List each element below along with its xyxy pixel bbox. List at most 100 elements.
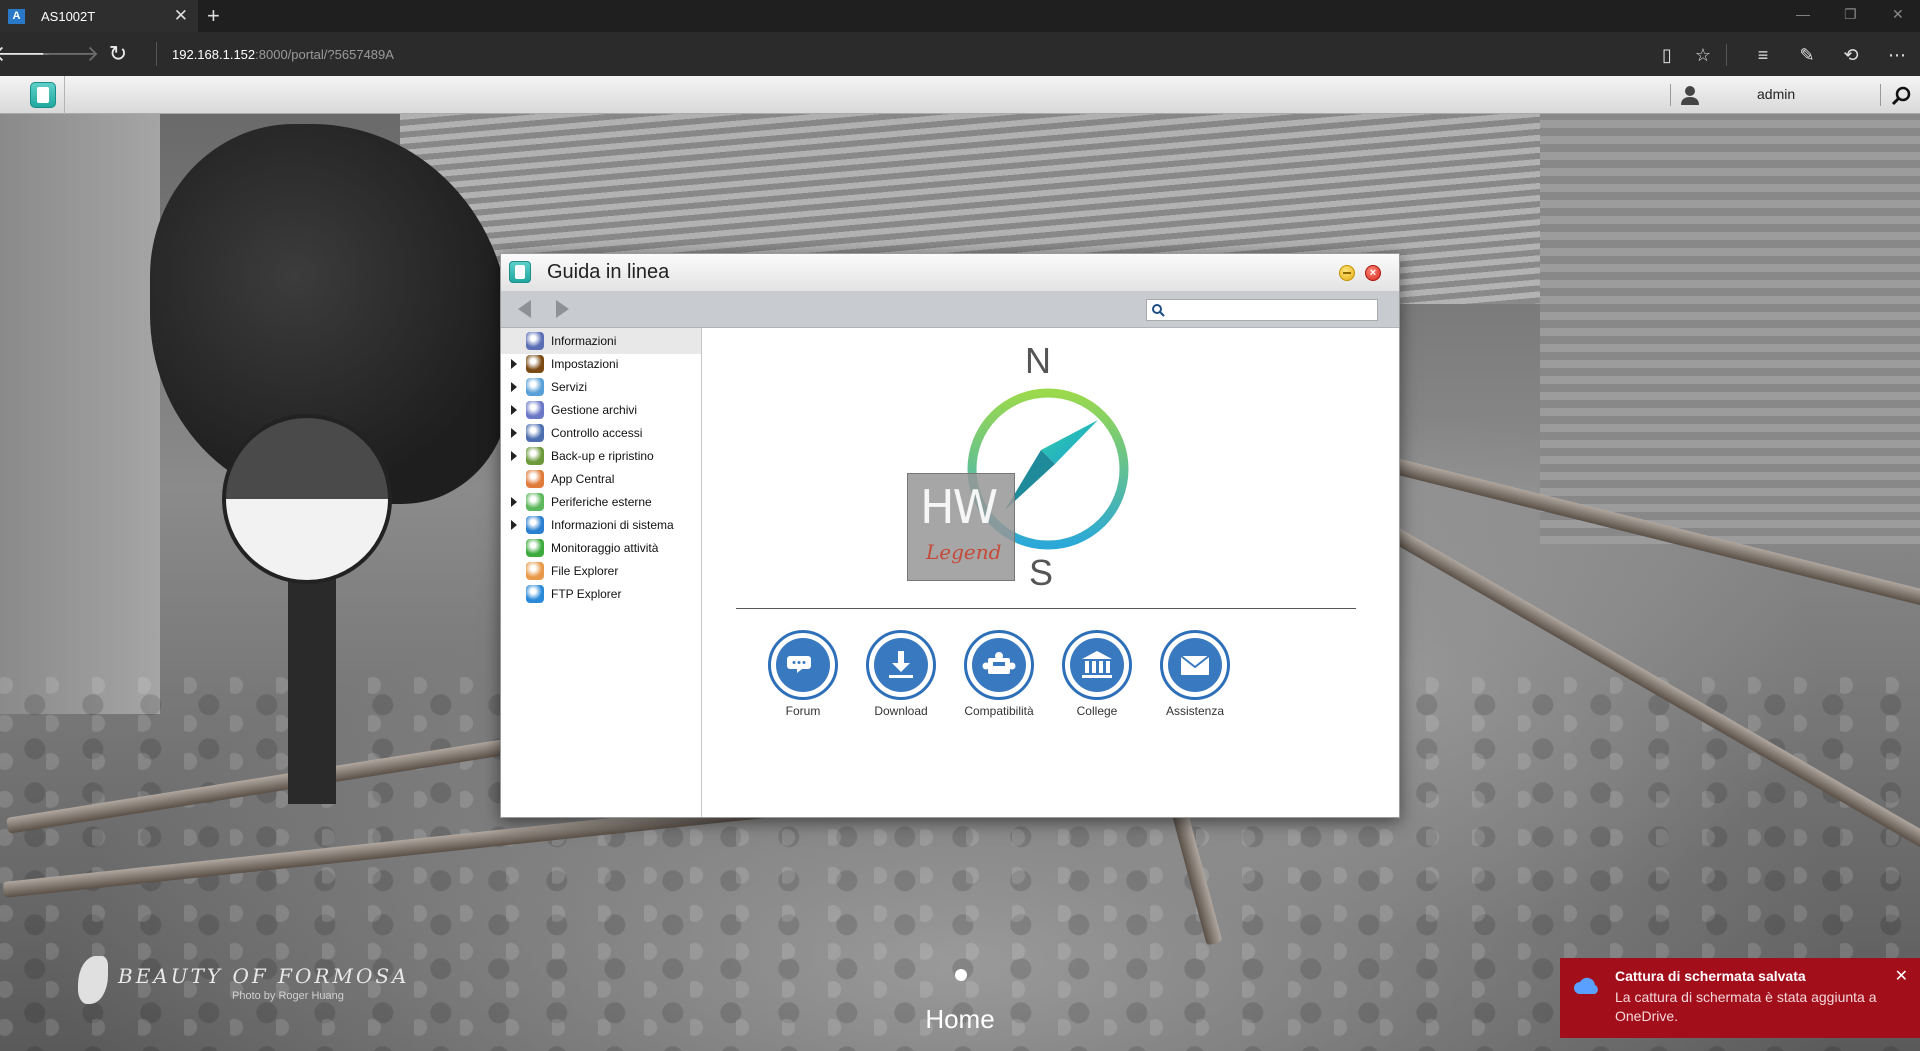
close-button[interactable]: ×	[1365, 265, 1381, 281]
toast-message: La cattura di schermata è stata aggiunta…	[1615, 989, 1877, 1024]
screenshot-saved-toast[interactable]: Cattura di schermata salvata La cattura …	[1560, 958, 1920, 1038]
college-link-button[interactable]: College	[1047, 630, 1147, 720]
sidebar-item-label: FTP Explorer	[551, 587, 622, 601]
toast-close-icon[interactable]: ✕	[1895, 966, 1908, 986]
brand-title: BEAUTY OF FORMOSA	[118, 964, 410, 988]
minimize-window-icon[interactable]: —	[1796, 6, 1810, 22]
sidebar-item-label: Gestione archivi	[551, 403, 638, 417]
browser-tab[interactable]: A AS1002T ✕	[0, 0, 198, 32]
web-note-icon[interactable]: ✎	[1794, 42, 1820, 68]
ftp-explorer-icon	[526, 585, 544, 603]
url-field[interactable]: 192.168.1.152:8000/portal/?5657489A	[172, 47, 394, 62]
browser-address-bar: 🡐 🡒 ↻ 192.168.1.152:8000/portal/?5657489…	[0, 32, 1920, 76]
support-icon[interactable]	[1160, 630, 1230, 700]
compatibility-icon[interactable]	[964, 630, 1034, 700]
share-icon[interactable]: ⟲	[1838, 42, 1864, 68]
expand-arrow-icon[interactable]	[511, 520, 517, 530]
window-title: Guida in linea	[547, 261, 670, 283]
assistenza-link-button[interactable]: Assistenza	[1145, 630, 1245, 720]
download-icon[interactable]	[866, 630, 936, 700]
user-icon[interactable]	[1679, 84, 1701, 106]
restore-window-icon[interactable]: ❐	[1844, 6, 1857, 23]
compass-north-label: N	[1025, 340, 1051, 381]
sidebar-item-label: Back-up e ripristino	[551, 449, 654, 463]
toolbar-separator	[1726, 44, 1727, 66]
compass-south-label: S	[1029, 552, 1054, 593]
link-label: Download	[874, 704, 928, 718]
link-label: Assistenza	[1165, 704, 1225, 718]
user-separator	[1670, 84, 1671, 106]
forum-icon[interactable]	[768, 630, 838, 700]
window-titlebar[interactable]: Guida in linea ×	[501, 254, 1399, 291]
expand-arrow-icon[interactable]	[511, 451, 517, 461]
online-help-app-icon[interactable]	[30, 82, 56, 108]
wallpaper-building-right	[1540, 114, 1920, 544]
back-arrow-icon[interactable]	[518, 300, 531, 318]
search-icon[interactable]	[1890, 85, 1912, 107]
adm-taskbar: admin	[0, 76, 1920, 114]
back-button[interactable]: 🡐	[0, 40, 52, 68]
onedrive-cloud-icon	[1574, 977, 1598, 994]
watermark-hw: HW	[920, 480, 998, 534]
sidebar-item-label: Periferiche esterne	[551, 495, 652, 509]
expand-arrow-icon[interactable]	[511, 359, 517, 369]
link-label: Forum	[785, 704, 821, 718]
forum-link-button[interactable]: Forum	[753, 630, 853, 720]
file-explorer-icon	[526, 562, 544, 580]
url-host: 192.168.1.152	[172, 47, 256, 62]
hub-icon[interactable]: ≡	[1750, 42, 1776, 68]
settings-icon	[526, 355, 544, 373]
username-label[interactable]: admin	[1757, 86, 1795, 102]
wallpaper-sign-stand	[288, 574, 336, 804]
help-app-icon	[509, 261, 531, 283]
compatibilit--link-button[interactable]: Compatibilità	[949, 630, 1049, 720]
help-search-input[interactable]	[1169, 301, 1373, 319]
watermark-logo: HW Legend	[907, 473, 1015, 581]
expand-arrow-icon[interactable]	[511, 382, 517, 392]
favorite-star-icon[interactable]: ☆	[1690, 42, 1716, 68]
help-search-box[interactable]	[1146, 299, 1378, 321]
sidebar-item-label: Informazioni di sistema	[551, 518, 674, 532]
more-icon[interactable]: ⋯	[1884, 42, 1910, 68]
sidebar-item-label: File Explorer	[551, 564, 619, 578]
refresh-button[interactable]: ↻	[104, 40, 132, 68]
content-divider	[736, 608, 1356, 609]
wallpaper-brand: BEAUTY OF FORMOSA Photo by Roger Huang	[78, 956, 410, 1004]
app-central-icon	[526, 470, 544, 488]
toast-title: Cattura di schermata salvata	[1615, 968, 1806, 984]
backup-icon	[526, 447, 544, 465]
forward-arrow-icon[interactable]	[556, 300, 569, 318]
asustor-favicon-icon: A	[8, 8, 25, 24]
expand-arrow-icon[interactable]	[511, 405, 517, 415]
college-icon[interactable]	[1062, 630, 1132, 700]
close-tab-icon[interactable]: ✕	[174, 6, 188, 26]
sidebar-item-label: Servizi	[551, 380, 588, 394]
access-control-icon	[526, 424, 544, 442]
window-toolbar	[501, 291, 1399, 328]
url-path: :8000/portal/?5657489A	[255, 47, 394, 62]
minimize-button[interactable]	[1339, 265, 1355, 281]
compass-icon	[526, 332, 544, 350]
search-icon	[1152, 304, 1165, 317]
new-tab-button[interactable]: +	[207, 3, 220, 29]
sidebar-item-label: Controllo accessi	[551, 426, 643, 440]
link-label: Compatibilità	[964, 704, 1034, 718]
page-indicator-dot[interactable]	[955, 969, 967, 981]
storage-icon	[526, 401, 544, 419]
expand-arrow-icon[interactable]	[511, 497, 517, 507]
forward-button[interactable]: 🡒	[41, 40, 100, 68]
close-window-icon[interactable]: ✕	[1892, 6, 1904, 23]
sidebar-item-label: Monitoraggio attività	[551, 541, 659, 555]
tab-title: AS1002T	[41, 8, 96, 24]
expand-arrow-icon[interactable]	[511, 428, 517, 438]
help-content: N HW Legend S Forum Download Compatibilità	[703, 328, 1399, 817]
reading-view-icon[interactable]: ▯	[1654, 42, 1680, 68]
services-icon	[526, 378, 544, 396]
url-separator	[156, 42, 157, 66]
external-devices-icon	[526, 493, 544, 511]
home-page-label: Home	[925, 1004, 995, 1034]
watermark-legend: Legend	[926, 540, 1002, 564]
download-link-button[interactable]: Download	[851, 630, 951, 720]
brand-credit: Photo by Roger Huang	[232, 990, 344, 1002]
sidebar-item[interactable]: FTP Explorer	[501, 581, 701, 607]
